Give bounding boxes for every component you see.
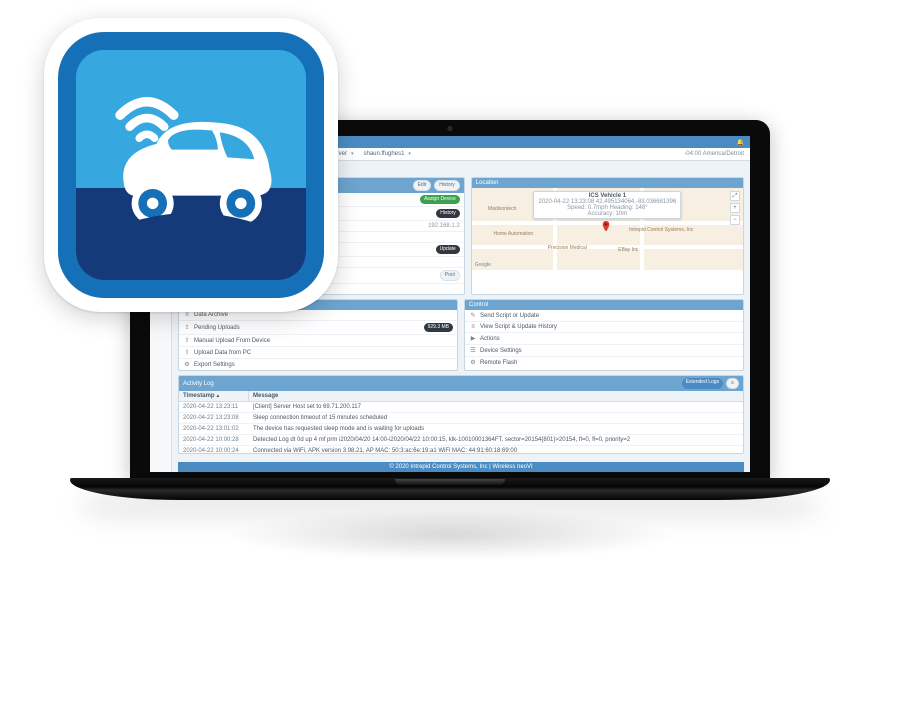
col-message[interactable]: Message [249,391,743,401]
log-row: 2020-04-22 13:23:08Sleep connection time… [179,413,743,424]
app-icon [44,18,338,312]
list-icon: ≡ [183,312,191,318]
list-item-label: View Script & Update History [480,324,557,330]
map-label: Intrepid Control Systems, Inc [629,227,693,233]
log-ts: 2020-04-22 13:23:08 [179,413,249,423]
log-msg: Connected via WiFi, APK version 3.98.21,… [249,446,743,454]
list-item-label: Actions [480,336,500,342]
log-ts: 2020-04-22 10:00:28 [179,435,249,445]
device-ip2: 192.168.1.2 [428,223,460,229]
list-icon: ⚙ [469,359,477,366]
log-msg: Detected Log dt 0d up 4 mf prm i2020/04/… [249,435,743,445]
log-row: 2020-04-22 10:00:24Connected via WiFi, A… [179,446,743,454]
list-icon: ✎ [469,312,477,319]
log-row: 2020-04-22 10:00:28Detected Log dt 0d up… [179,435,743,446]
list-item-label: Device Settings [480,348,522,354]
map-zoom-in-button[interactable]: + [730,203,740,213]
camera-dot [448,126,453,131]
control-item[interactable]: ⚙Remote Flash [465,357,743,368]
history-button[interactable]: History [434,180,460,191]
list-item-label: Upload Data from PC [194,350,251,356]
data-item[interactable]: ⇧Upload Data from PC [179,347,457,359]
location-panel: Location Madisontech Precisi [471,177,744,295]
log-ts: 2020-04-22 10:00:24 [179,446,249,454]
map-zoom-out-button[interactable]: − [730,215,740,225]
log-msg: The device has requested sleep mode and … [249,424,743,434]
col-timestamp[interactable]: Timestamp [179,391,249,401]
menu-user[interactable]: shaun.ffughes1 [360,150,413,158]
data-item[interactable]: ⚙Export Settings [179,359,457,370]
activity-panel: Activity Log Extended Logs ≡ Timestamp M… [178,375,744,454]
control-item[interactable]: ✎Send Script or Update [465,310,743,322]
list-item-label: Pending Uploads [194,325,240,331]
control-item[interactable]: ☰Device Settings [465,345,743,357]
pool-button[interactable]: Pool [440,270,460,281]
log-row: 2020-04-22 13:23:11[Client] Server Host … [179,402,743,413]
control-panel: Control ✎Send Script or Update≡View Scri… [464,299,744,371]
extended-logs-button[interactable]: Extended Logs [682,378,723,389]
map-label: Home Automation [493,231,533,237]
bell-icon[interactable]: 🔔 [737,139,744,146]
update-button[interactable]: Update [436,245,460,254]
car-icon [76,50,306,280]
data-item[interactable]: ⇪Pending Uploads 929.3 MB [179,321,457,335]
timezone-label: -04:00 America/Detroit [684,151,744,157]
list-item-label: Remote Flash [480,360,517,366]
list-icon: ⚙ [183,361,191,368]
assign-device-button[interactable]: Assign Device [420,195,460,204]
list-icon: ☰ [469,347,477,354]
list-item-label: Manual Upload From Device [194,338,270,344]
control-panel-title: Control [469,302,488,308]
location-panel-title: Location [476,180,499,186]
log-ts: 2020-04-22 13:01:02 [179,424,249,434]
map-pin-icon [602,221,610,229]
map-fullscreen-button[interactable]: ⤢ [730,191,740,201]
map-label: EBay Inc [618,247,638,253]
control-item[interactable]: ▶Actions [465,333,743,345]
device-history-button[interactable]: History [436,209,460,218]
footer: © 2020 Intrepid Control Systems, Inc | W… [178,462,744,472]
data-item[interactable]: ⇧Manual Upload From Device [179,335,457,347]
list-item-label: Data Archive [194,312,228,318]
list-icon: ▶ [469,335,477,342]
list-icon: ⇧ [183,337,191,344]
edit-button[interactable]: Edit [413,180,432,191]
map[interactable]: Madisontech Precision Medical Home Autom… [472,188,743,270]
control-item[interactable]: ≡View Script & Update History [465,322,743,333]
log-row: 2020-04-22 13:01:02The device has reques… [179,424,743,435]
map-label: Precision Medical [548,245,587,251]
list-icon: ≡ [469,324,477,330]
map-attribution: Google [475,262,491,268]
list-item-label: Send Script or Update [480,313,539,319]
list-item-label: Export Settings [194,362,235,368]
log-ts: 2020-04-22 13:23:11 [179,402,249,412]
map-label: Madisontech [488,206,516,212]
activity-panel-title: Activity Log [183,381,214,387]
activity-menu-icon[interactable]: ≡ [726,378,739,389]
map-bubble: ICS Vehicle 1 2020-04-22 13:23:08 42.495… [533,191,681,219]
list-icon: ⇪ [183,324,191,331]
pending-badge: 929.3 MB [424,323,453,332]
list-icon: ⇧ [183,349,191,356]
activity-table-header: Timestamp Message [179,391,743,402]
log-msg: [Client] Server Host set to 69.71.200.11… [249,402,743,412]
log-msg: Sleep connection timeout of 15 minutes s… [249,413,743,423]
laptop-base [70,478,830,500]
